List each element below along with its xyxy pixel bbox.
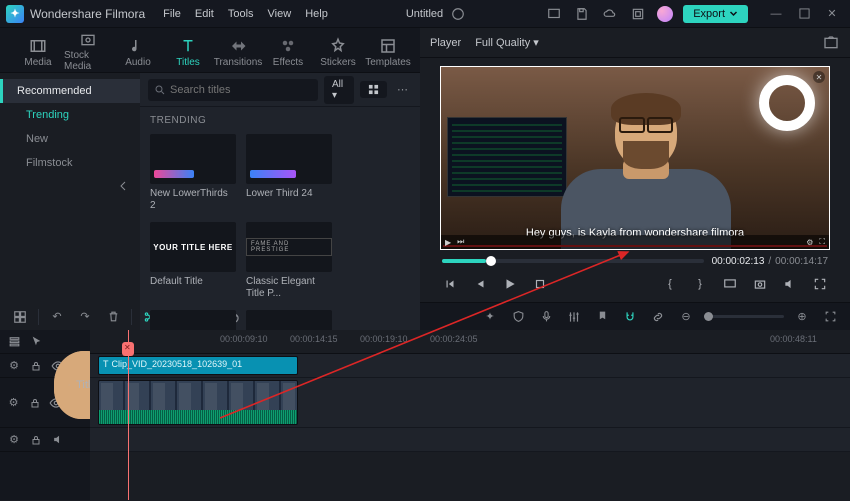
current-time: 00:00:02:13	[712, 256, 765, 267]
zoom-fit-icon[interactable]	[820, 307, 840, 327]
main-menu: File Edit Tools View Help	[163, 8, 328, 20]
preview-close-icon[interactable]: ✕	[813, 71, 825, 83]
mic-icon[interactable]	[536, 307, 556, 327]
menu-view[interactable]: View	[268, 8, 292, 20]
display-settings-icon[interactable]	[720, 274, 740, 294]
layout-icon[interactable]	[545, 5, 563, 23]
tab-media[interactable]: Media	[14, 32, 62, 72]
title-card[interactable]: Lower Third 24	[246, 134, 332, 212]
media-tabstrip: Media Stock Media Audio Titles Transitio…	[0, 28, 420, 72]
sidenav-recommended[interactable]: Recommended	[0, 79, 140, 103]
search-icon	[154, 84, 166, 96]
stop-icon[interactable]	[530, 274, 550, 294]
track-audio[interactable]	[90, 428, 850, 452]
total-time: 00:00:14:17	[775, 256, 828, 267]
more-options-icon[interactable]: ⋯	[393, 83, 412, 96]
track-settings-icon[interactable]: ⚙	[6, 358, 22, 374]
track-manager-icon[interactable]	[6, 334, 22, 350]
library-panel: Media Stock Media Audio Titles Transitio…	[0, 28, 420, 302]
sidenav-new[interactable]: New	[0, 127, 140, 151]
menu-edit[interactable]: Edit	[195, 8, 214, 20]
lock-icon[interactable]	[28, 432, 44, 448]
save-icon[interactable]	[573, 5, 591, 23]
zoom-out-icon[interactable]: ⊖	[676, 307, 696, 327]
timeline: ⚙ ⚙ ⚙ 00:00:09:10 00:00:14:15 00:00:19:1…	[0, 330, 850, 500]
tab-titles[interactable]: Titles	[164, 32, 212, 72]
ring-light-icon	[759, 75, 815, 131]
search-field[interactable]	[170, 84, 312, 96]
cloud-icon[interactable]	[601, 5, 619, 23]
quality-dropdown[interactable]: Full Quality ▾	[475, 36, 539, 49]
track-settings-icon[interactable]: ⚙	[6, 432, 22, 448]
text-clip-icon: T	[103, 359, 109, 369]
title-card[interactable]: FAME AND PRESTIGEClassic Elegant Title P…	[246, 222, 332, 300]
time-ruler[interactable]: 00:00:09:10 00:00:14:15 00:00:19:10 00:0…	[90, 330, 850, 354]
title-card[interactable]: YOUR TITLE HEREDefault Title	[150, 222, 236, 300]
menu-tools[interactable]: Tools	[228, 8, 254, 20]
menu-file[interactable]: File	[163, 8, 181, 20]
avatar[interactable]	[657, 6, 673, 22]
player-tab[interactable]: Player	[430, 37, 461, 49]
preview-viewport[interactable]: Hey guys, is Kayla from wondershare film…	[440, 66, 830, 250]
playhead[interactable]	[128, 330, 129, 500]
zoom-in-icon[interactable]: ⊕	[792, 307, 812, 327]
track-video[interactable]	[90, 378, 850, 428]
marker-icon[interactable]	[592, 307, 612, 327]
project-title: Untitled	[406, 8, 443, 20]
fullscreen-icon[interactable]	[810, 274, 830, 294]
tab-stock-media[interactable]: Stock Media	[64, 32, 112, 72]
search-input[interactable]	[148, 79, 318, 101]
sidenav-filmstock[interactable]: Filmstock	[0, 151, 140, 175]
tab-templates[interactable]: Templates	[364, 32, 412, 72]
cloud-sync-icon[interactable]	[449, 5, 467, 23]
grid-heading: TRENDING	[150, 115, 410, 126]
undo-icon[interactable]: ↶	[47, 307, 67, 327]
app-name: Wondershare Filmora	[30, 7, 145, 21]
toolbar-dashboard-icon[interactable]	[10, 307, 30, 327]
track-settings-icon[interactable]: ⚙	[6, 395, 21, 411]
tab-audio[interactable]: Audio	[114, 32, 162, 72]
redo-icon[interactable]: ↷	[75, 307, 95, 327]
app-logo-icon: ✦	[6, 5, 24, 23]
play-backward-icon[interactable]	[470, 274, 490, 294]
auto-icon[interactable]: ✦	[480, 307, 500, 327]
mark-out-icon[interactable]: }	[690, 274, 710, 294]
filter-all[interactable]: All ▾	[324, 76, 354, 104]
delete-icon[interactable]	[103, 307, 123, 327]
menu-help[interactable]: Help	[305, 8, 328, 20]
tab-effects[interactable]: Effects	[264, 32, 312, 72]
lock-icon[interactable]	[27, 395, 42, 411]
tab-stickers[interactable]: Stickers	[314, 32, 362, 72]
view-grid-icon[interactable]	[360, 81, 387, 98]
title-card[interactable]: New LowerThirds 2	[150, 134, 236, 212]
snapshot2-icon[interactable]	[750, 274, 770, 294]
zoom-slider[interactable]	[704, 315, 784, 318]
track-text[interactable]: TClip_VID_20230518_102639_01	[90, 354, 850, 378]
shield-icon[interactable]	[508, 307, 528, 327]
play-icon[interactable]	[500, 274, 520, 294]
export-button[interactable]: Export	[683, 5, 748, 23]
prev-frame-icon[interactable]	[440, 274, 460, 294]
cursor-icon[interactable]	[28, 334, 44, 350]
tracks-area[interactable]: 00:00:09:10 00:00:14:15 00:00:19:10 00:0…	[90, 330, 850, 500]
history-icon[interactable]	[629, 5, 647, 23]
mark-in-icon[interactable]: {	[660, 274, 680, 294]
lock-icon[interactable]	[28, 358, 44, 374]
mute-icon[interactable]	[50, 432, 66, 448]
titlebar: ✦ Wondershare Filmora File Edit Tools Vi…	[0, 0, 850, 28]
snapshot-icon[interactable]	[822, 34, 840, 52]
magnet-icon[interactable]	[620, 307, 640, 327]
tab-transitions[interactable]: Transitions	[214, 32, 262, 72]
link-icon[interactable]	[648, 307, 668, 327]
mixer-icon[interactable]	[564, 307, 584, 327]
close-icon[interactable]: ✕	[820, 5, 844, 23]
minimize-icon[interactable]: —	[764, 5, 788, 23]
maximize-icon[interactable]	[792, 5, 816, 23]
scrub-bar[interactable]: 00:00:02:13/00:00:14:17	[420, 252, 850, 270]
sidenav-trending[interactable]: Trending	[0, 103, 140, 127]
collapse-sidenav-icon[interactable]	[114, 177, 132, 195]
embedded-player-controls[interactable]: ▶⏭⚙⛶	[441, 235, 829, 249]
player-panel: Player Full Quality ▾ Hey guys, is Kayla…	[420, 28, 850, 302]
volume-icon[interactable]	[780, 274, 800, 294]
